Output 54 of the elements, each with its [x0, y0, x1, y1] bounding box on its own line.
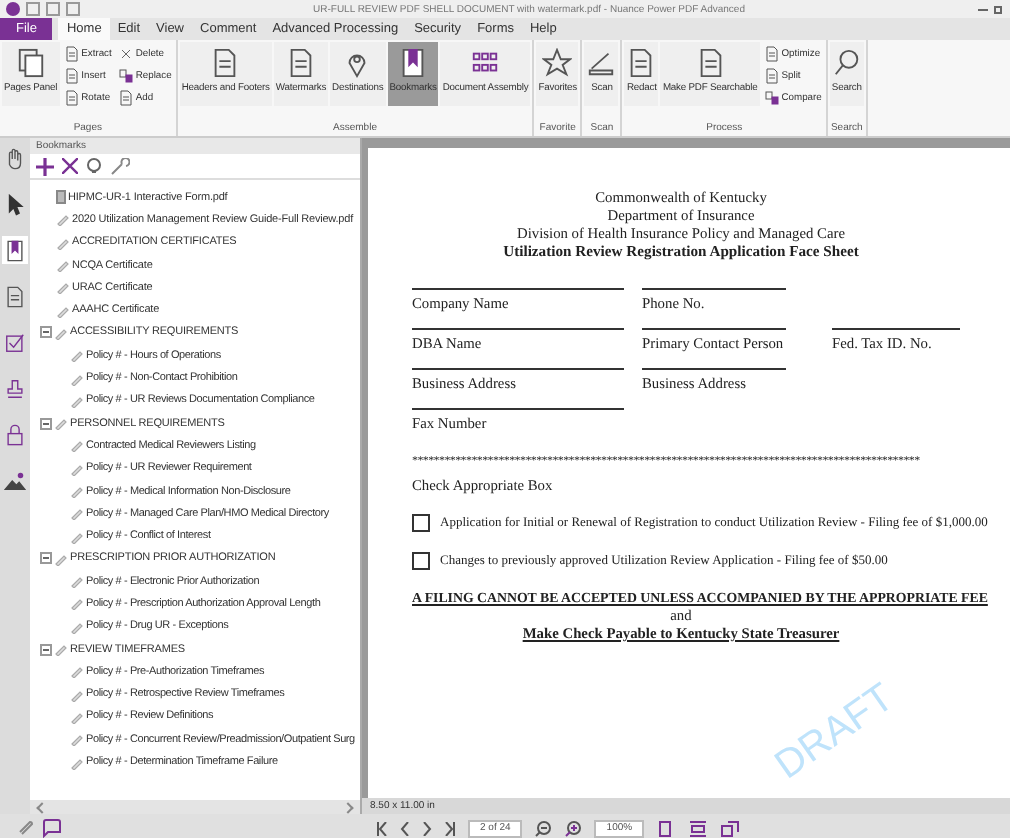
continuous-icon[interactable]	[688, 819, 709, 837]
delete-icon	[117, 46, 134, 62]
collapse-icon[interactable]	[40, 552, 52, 565]
lock-icon	[4, 423, 26, 445]
collapse-icon[interactable]	[40, 643, 52, 656]
checkbox-icon	[4, 331, 26, 353]
pages-icon	[15, 48, 46, 78]
page-icon	[626, 48, 657, 78]
previous-page-icon[interactable]	[400, 821, 410, 835]
delete-icon[interactable]	[62, 158, 78, 174]
sidebar-tool[interactable]	[2, 236, 28, 264]
page-icon	[63, 68, 80, 84]
zoom-in-icon[interactable]	[564, 819, 583, 837]
page-icon	[695, 48, 726, 78]
scroll-right-icon[interactable]	[342, 801, 354, 813]
page-icon	[63, 90, 80, 106]
bookmark-icon	[4, 239, 26, 261]
checkbox[interactable]	[412, 514, 430, 532]
sidebar-tool[interactable]	[2, 282, 28, 310]
stamp-icon	[4, 377, 26, 399]
zoom-out-icon[interactable]	[534, 819, 553, 837]
scroll-left-icon[interactable]	[36, 801, 48, 813]
star-icon	[542, 48, 573, 78]
page-icon	[117, 90, 134, 106]
minimize-icon[interactable]	[978, 4, 988, 14]
pointer-icon	[4, 193, 26, 215]
replace-icon	[763, 90, 780, 106]
two-page-icon[interactable]	[720, 819, 741, 837]
page-icon	[63, 46, 80, 62]
page-icon	[763, 68, 780, 84]
app-icon	[6, 2, 20, 16]
checkbox[interactable]	[412, 552, 430, 570]
page-icon	[763, 46, 780, 62]
page-icon	[210, 48, 241, 78]
sidebar-tool[interactable]	[2, 420, 28, 448]
collapse-icon[interactable]	[40, 326, 52, 339]
bookmark-icon	[398, 48, 429, 78]
scanner-icon	[586, 48, 617, 78]
restore-icon[interactable]	[994, 4, 1004, 14]
replace-icon	[117, 68, 134, 84]
next-page-icon[interactable]	[422, 821, 432, 835]
collapse-icon[interactable]	[40, 417, 52, 430]
page-icon	[4, 285, 26, 307]
add-icon[interactable]	[36, 157, 54, 175]
sidebar-tool[interactable]	[2, 374, 28, 402]
single-page-icon[interactable]	[656, 819, 677, 837]
first-page-icon[interactable]	[376, 821, 388, 835]
search-icon	[831, 48, 862, 78]
comment-icon[interactable]	[42, 818, 62, 838]
last-page-icon[interactable]	[444, 821, 456, 835]
image-icon	[4, 469, 26, 491]
attachment-icon[interactable]	[16, 818, 34, 836]
file-icon	[56, 190, 66, 205]
page-icon	[285, 48, 316, 78]
